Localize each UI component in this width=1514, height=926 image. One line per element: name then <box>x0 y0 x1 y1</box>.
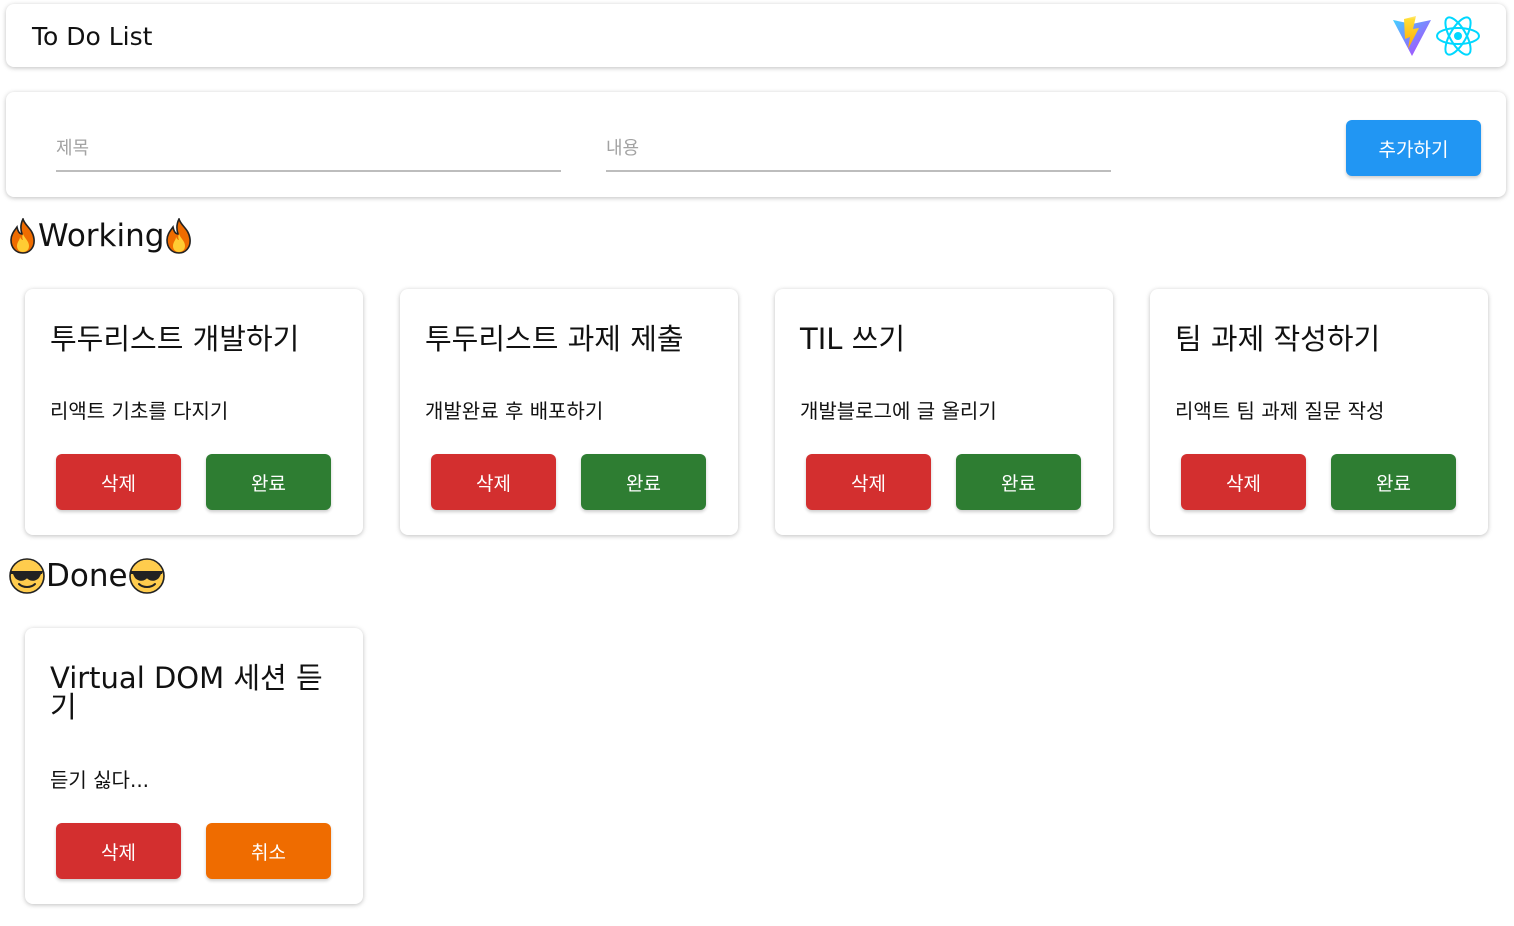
todo-title: TIL 쓰기 <box>800 322 906 356</box>
react-logo-icon <box>1436 16 1480 56</box>
content-input[interactable] <box>606 122 1111 170</box>
todo-body: 개발블로그에 글 올리기 <box>800 399 997 423</box>
todo-body: 개발완료 후 배포하기 <box>425 399 604 423</box>
fire-icon <box>166 218 192 254</box>
content-field <box>606 122 1111 172</box>
delete-button[interactable]: 삭제 <box>431 454 556 510</box>
done-section-title: Done <box>8 557 166 595</box>
todo-card: 투두리스트 과제 제출 개발완료 후 배포하기 삭제 완료 <box>400 289 738 535</box>
todo-card: 투두리스트 개발하기 리액트 기초를 다지기 삭제 완료 <box>25 289 363 535</box>
vite-logo-icon <box>1393 16 1431 56</box>
title-input[interactable] <box>56 122 561 170</box>
todo-card: TIL 쓰기 개발블로그에 글 올리기 삭제 완료 <box>775 289 1113 535</box>
todo-title: 팀 과제 작성하기 <box>1175 322 1381 356</box>
complete-button[interactable]: 완료 <box>206 454 331 510</box>
todo-body: 듣기 싫다... <box>50 768 150 792</box>
complete-button[interactable]: 완료 <box>581 454 706 510</box>
sunglasses-face-icon <box>9 558 45 594</box>
app-header: To Do List <box>6 4 1506 67</box>
fire-icon <box>10 218 35 254</box>
delete-button[interactable]: 삭제 <box>56 454 181 510</box>
title-field <box>56 122 561 172</box>
todo-title: 투두리스트 과제 제출 <box>425 322 684 356</box>
working-label: Working <box>38 218 165 254</box>
cancel-button[interactable]: 취소 <box>206 823 331 879</box>
complete-button[interactable]: 완료 <box>956 454 1081 510</box>
logo-group <box>1392 14 1482 58</box>
working-section-title: Working <box>8 218 194 254</box>
delete-button[interactable]: 삭제 <box>1181 454 1306 510</box>
delete-button[interactable]: 삭제 <box>56 823 181 879</box>
sunglasses-face-icon <box>128 558 165 594</box>
add-todo-form: 추가하기 <box>6 92 1506 197</box>
done-card: Virtual DOM 세션 듣기 듣기 싫다... 삭제 취소 <box>25 628 363 904</box>
delete-button[interactable]: 삭제 <box>806 454 931 510</box>
todo-body: 리액트 기초를 다지기 <box>50 399 229 423</box>
app-title: To Do List <box>32 22 153 51</box>
complete-button[interactable]: 완료 <box>1331 454 1456 510</box>
add-button[interactable]: 추가하기 <box>1346 120 1481 176</box>
done-label: Done <box>46 558 128 594</box>
todo-title: 투두리스트 개발하기 <box>50 322 300 356</box>
todo-title: Virtual DOM 세션 듣기 <box>50 661 323 724</box>
todo-card: 팀 과제 작성하기 리액트 팀 과제 질문 작성 삭제 완료 <box>1150 289 1488 535</box>
todo-body: 리액트 팀 과제 질문 작성 <box>1175 399 1385 423</box>
